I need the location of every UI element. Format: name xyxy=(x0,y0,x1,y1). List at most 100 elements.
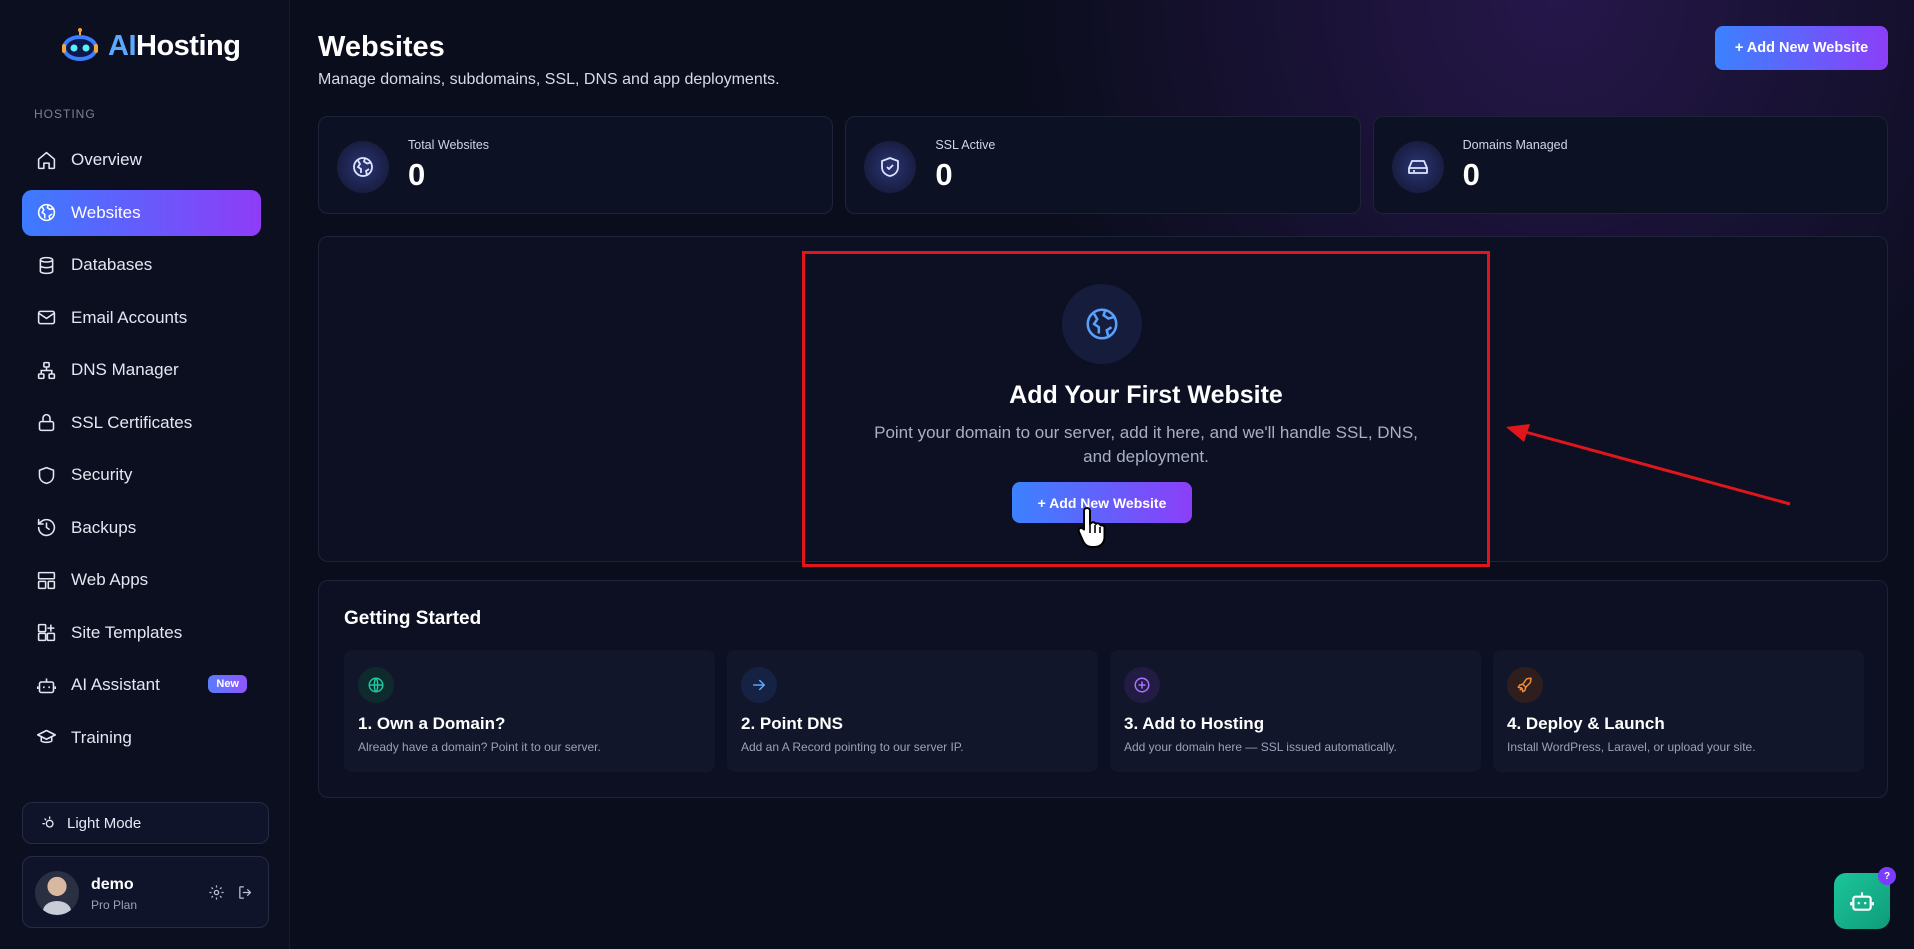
sidebar-item-ai-assistant[interactable]: AI Assistant New xyxy=(22,662,261,708)
user-actions xyxy=(208,884,254,901)
stats-row: Total Websites 0 SSL Active 0 Domains Ma… xyxy=(318,116,1888,214)
shield-check-icon xyxy=(881,157,900,177)
add-new-website-button[interactable]: + Add New Website xyxy=(1715,26,1888,70)
rocket-icon xyxy=(1517,677,1532,693)
avatar[interactable] xyxy=(35,871,79,915)
stat-card-total-websites: Total Websites 0 xyxy=(318,116,834,214)
globe-icon xyxy=(353,157,373,177)
logout-icon[interactable] xyxy=(237,884,254,901)
sidebar-item-dns-manager[interactable]: DNS Manager xyxy=(22,347,261,393)
stat-label: Total Websites xyxy=(408,138,490,152)
step-title: 2. Point DNS xyxy=(741,714,844,733)
step-icon-wrap xyxy=(358,667,394,703)
empty-state-description: Point your domain to our server, add it … xyxy=(874,423,1418,466)
sidebar-item-ssl-certificates[interactable]: SSL Certificates xyxy=(22,400,261,446)
stat-icon-wrap xyxy=(1391,141,1444,193)
sidebar-item-web-apps[interactable]: Web Apps xyxy=(22,557,261,603)
sidebar-item-label: Websites xyxy=(71,202,141,222)
step-card-add-to-hosting: 3. Add to Hosting Add your domain here —… xyxy=(1110,650,1481,772)
sidebar-item-label: Training xyxy=(71,727,132,747)
getting-started-title: Getting Started xyxy=(344,608,482,629)
annotation-arrow-icon xyxy=(1506,424,1791,506)
user-plan: Pro Plan xyxy=(91,898,138,912)
sidebar-item-label: Web Apps xyxy=(71,570,149,589)
globe-icon xyxy=(37,203,56,222)
sidebar-item-security[interactable]: Security xyxy=(22,452,261,498)
stat-icon-wrap xyxy=(337,141,389,193)
lock-icon xyxy=(38,413,55,432)
chatbot-badge: ? xyxy=(1878,867,1896,885)
sidebar: AIHosting HOSTING Overview Websites Data… xyxy=(0,0,290,949)
sidebar-item-label: Backups xyxy=(71,517,137,537)
page-title: Websites xyxy=(318,31,445,63)
empty-state-icon-wrap xyxy=(1062,284,1142,364)
sidebar-item-databases[interactable]: Databases xyxy=(22,242,261,288)
user-card: demo Pro Plan xyxy=(22,856,269,928)
stat-card-ssl-active: SSL Active 0 xyxy=(845,116,1361,214)
network-icon xyxy=(37,361,56,379)
section-label-hosting: HOSTING xyxy=(34,107,96,121)
mail-icon xyxy=(37,310,56,325)
step-icon-wrap xyxy=(1124,667,1160,703)
sidebar-item-training[interactable]: Training xyxy=(22,715,261,761)
sidebar-item-label: Overview xyxy=(71,150,142,169)
stat-card-domains-managed: Domains Managed 0 xyxy=(1372,116,1888,214)
sidebar-item-label: Databases xyxy=(71,255,153,274)
server-icon xyxy=(1407,160,1428,174)
stat-value: 0 xyxy=(935,157,953,192)
step-title: 4. Deploy & Launch xyxy=(1507,714,1665,733)
page-subtitle: Manage domains, subdomains, SSL, DNS and… xyxy=(318,71,780,88)
sidebar-item-label: Security xyxy=(71,465,133,484)
graduation-cap-icon xyxy=(36,729,57,744)
shield-icon xyxy=(38,466,55,484)
brand-name: AIHosting xyxy=(108,29,241,62)
stat-label: Domains Managed xyxy=(1462,138,1568,152)
templates-icon xyxy=(37,623,56,642)
step-card-deploy-launch: 4. Deploy & Launch Install WordPress, La… xyxy=(1493,650,1864,772)
layout-icon xyxy=(37,571,56,589)
bot-icon xyxy=(36,678,57,693)
step-icon-wrap xyxy=(741,667,777,703)
step-card-own-domain: 1. Own a Domain? Already have a domain? … xyxy=(344,650,715,772)
step-description: Already have a domain? Point it to our s… xyxy=(358,740,601,754)
sidebar-item-label: Email Accounts xyxy=(71,307,188,327)
step-icon-wrap xyxy=(1507,667,1543,703)
sun-moon-icon xyxy=(42,816,54,828)
sidebar-item-label: AI Assistant xyxy=(71,675,160,694)
robot-logo-icon xyxy=(62,28,98,61)
sidebar-item-label: SSL Certificates xyxy=(71,412,193,432)
sidebar-item-email-accounts[interactable]: Email Accounts xyxy=(22,295,261,341)
sidebar-item-label: DNS Manager xyxy=(71,360,179,379)
empty-state-title: Add Your First Website xyxy=(1009,381,1283,409)
gear-icon[interactable] xyxy=(208,884,225,901)
step-description: Add an A Record pointing to our server I… xyxy=(741,740,964,754)
sidebar-item-label: Site Templates xyxy=(71,622,183,642)
plus-circle-icon xyxy=(1134,677,1150,693)
sidebar-item-site-templates[interactable]: Site Templates xyxy=(22,610,261,656)
history-icon xyxy=(37,518,56,537)
new-badge: New xyxy=(208,675,247,693)
home-icon xyxy=(37,151,56,169)
stat-label: SSL Active xyxy=(935,138,996,152)
step-description: Install WordPress, Laravel, or upload yo… xyxy=(1507,740,1756,754)
light-mode-label: Light Mode xyxy=(67,814,142,832)
sidebar-item-websites[interactable]: Websites xyxy=(22,189,261,236)
step-description: Add your domain here — SSL issued automa… xyxy=(1124,740,1397,754)
step-card-point-dns: 2. Point DNS Add an A Record pointing to… xyxy=(727,650,1098,772)
arrow-right-icon xyxy=(753,679,766,691)
sidebar-item-backups[interactable]: Backups xyxy=(22,505,261,551)
step-title: 3. Add to Hosting xyxy=(1124,714,1265,733)
brand-logo[interactable]: AIHosting xyxy=(58,28,241,64)
chatbot-button[interactable]: ? xyxy=(1834,867,1896,929)
globe-icon xyxy=(1086,308,1118,340)
stat-value: 0 xyxy=(408,157,426,192)
sidebar-nav: Overview Websites Databases Email Accoun… xyxy=(22,137,261,767)
stat-icon-wrap xyxy=(864,141,917,193)
getting-started-steps: 1. Own a Domain? Already have a domain? … xyxy=(344,650,1864,772)
globe-icon xyxy=(368,677,384,693)
stat-value: 0 xyxy=(1462,157,1480,192)
sidebar-item-overview[interactable]: Overview xyxy=(22,137,261,183)
user-name: demo xyxy=(91,876,134,893)
light-mode-toggle[interactable]: Light Mode xyxy=(22,802,269,844)
step-title: 1. Own a Domain? xyxy=(358,714,506,733)
